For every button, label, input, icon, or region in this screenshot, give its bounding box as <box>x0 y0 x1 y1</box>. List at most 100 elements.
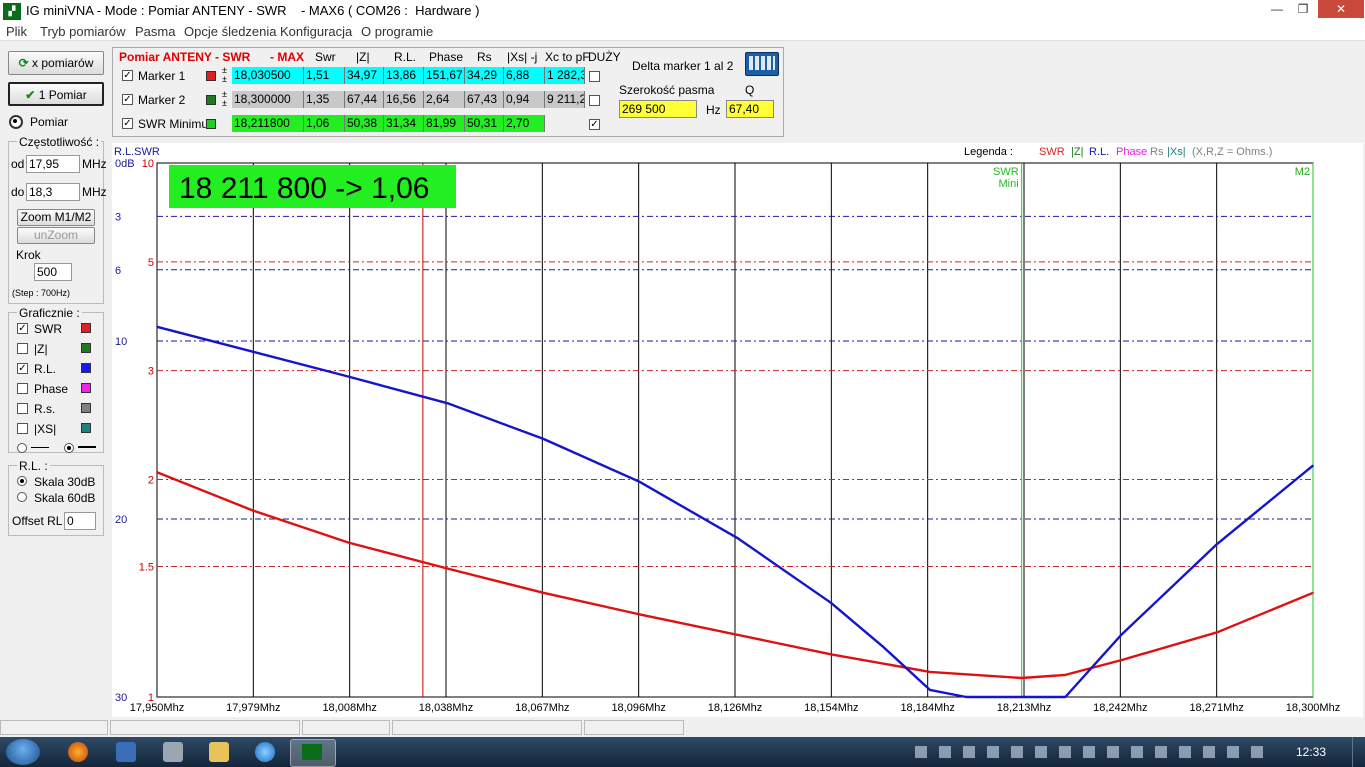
duzy-checkbox[interactable] <box>589 71 600 82</box>
firefox-icon[interactable] <box>68 742 88 762</box>
title-bar: ▞ IG miniVNA - Mode : Pomiar ANTENY - SW… <box>0 0 1365 23</box>
rl-tick-label: 6 <box>115 265 121 277</box>
marker-value-cell: 18,030500 <box>232 67 304 84</box>
swr-point <box>829 653 832 656</box>
status-segment <box>0 720 108 735</box>
marker-name: Marker 1 <box>138 69 186 83</box>
marker-enable-checkbox[interactable]: ✓ <box>122 118 133 129</box>
unzoom-button[interactable]: unZoom <box>17 227 95 244</box>
taskbar: 12:33 <box>0 737 1365 767</box>
graf-label: |XS| <box>34 422 57 436</box>
menu-plik[interactable]: Plik <box>6 24 27 39</box>
tray-icons[interactable] <box>915 746 1275 758</box>
swr-tick-label: 1 <box>148 692 154 704</box>
marker-color-swatch[interactable] <box>206 119 216 129</box>
ie-icon[interactable] <box>255 742 275 762</box>
x-tick-label: 18,008Mhz <box>322 702 376 714</box>
swr-tick-label: 1.5 <box>139 561 154 573</box>
graf-color-swatch[interactable] <box>81 363 91 373</box>
rl-point <box>882 646 885 648</box>
marker-color-swatch[interactable] <box>206 71 216 81</box>
rl-tick-label: 10 <box>115 336 127 348</box>
close-button[interactable]: ✕ <box>1318 0 1364 18</box>
maximize-button[interactable]: ❐ <box>1288 0 1318 18</box>
1-pomiar-label: 1 Pomiar <box>38 88 87 102</box>
offset-rl-label: Offset RL <box>12 514 63 528</box>
graf-checkbox[interactable] <box>17 403 28 414</box>
marker-value-cell: 81,99 <box>424 115 465 132</box>
graf-color-swatch[interactable] <box>81 403 91 413</box>
graf-checkbox[interactable] <box>17 423 28 434</box>
rl-tick-label: 20 <box>115 514 127 526</box>
swr-point <box>347 541 350 544</box>
graf-checkbox[interactable]: ✓ <box>17 363 28 374</box>
rl-point <box>638 480 641 483</box>
zoom-m1m2-button[interactable]: Zoom M1/M2 <box>17 209 95 226</box>
od-unit: MHz <box>82 157 107 171</box>
krok-input[interactable]: 500 <box>34 263 72 281</box>
x-pomiarow-label: x pomiarów <box>32 56 94 70</box>
menu-tryb-pomiarow[interactable]: Tryb pomiarów <box>40 24 125 39</box>
marker-enable-checkbox[interactable]: ✓ <box>122 94 133 105</box>
offset-rl-input[interactable]: 0 <box>64 512 96 530</box>
graf-color-swatch[interactable] <box>81 423 91 433</box>
graf-checkbox[interactable]: ✓ <box>17 323 28 334</box>
minivna-taskbar-button[interactable] <box>290 739 336 767</box>
x-tick-label: 18,126Mhz <box>708 702 762 714</box>
graf-color-swatch[interactable] <box>81 383 91 393</box>
marker-stepper[interactable]: ± ± <box>222 90 227 108</box>
marker-stepper[interactable]: ± ± <box>222 66 227 84</box>
skala60-radio[interactable] <box>17 492 27 502</box>
show-desktop-button[interactable] <box>1352 737 1365 767</box>
x-pomiarow-button[interactable]: ⟳ x pomiarów <box>8 51 104 75</box>
marker-enable-checkbox[interactable]: ✓ <box>122 70 133 81</box>
pomiar-indicator <box>9 115 23 129</box>
marker-color-swatch[interactable] <box>206 95 216 105</box>
rl-point <box>251 350 254 353</box>
explorer-icon[interactable] <box>209 742 229 762</box>
marker-table: Pomiar ANTENY - SWR - MAX Swr |Z| R.L. P… <box>112 47 784 137</box>
marker-value-cell: 1 282,3 <box>545 67 585 84</box>
duzy-checkbox[interactable]: ✓ <box>589 119 600 130</box>
x-tick-label: 18,038Mhz <box>419 702 473 714</box>
graf-checkbox[interactable] <box>17 383 28 394</box>
line-thick-radio[interactable] <box>64 443 74 453</box>
legend-item: |Xs| <box>1167 146 1186 158</box>
swr-point <box>638 613 641 616</box>
tools-icon[interactable] <box>163 742 183 762</box>
start-orb[interactable] <box>6 739 40 765</box>
duzy-checkbox[interactable] <box>589 95 600 106</box>
graf-color-swatch[interactable] <box>81 323 91 333</box>
x-tick-label: 17,950Mhz <box>130 702 184 714</box>
swr-point <box>1120 659 1123 661</box>
check-icon: ✔ <box>25 88 36 102</box>
save-icon[interactable] <box>116 742 136 762</box>
graf-label: Phase <box>34 382 69 396</box>
calculator-icon[interactable] <box>745 52 779 76</box>
marker-value-cell: 0,94 <box>504 91 545 108</box>
od-input[interactable]: 17,95 <box>26 155 80 173</box>
legend-item: |Z| <box>1071 146 1083 158</box>
marker-value-cell: 50,31 <box>465 115 504 132</box>
rl-point <box>446 402 449 405</box>
1-pomiar-button[interactable]: ✔ 1 Pomiar <box>8 82 104 106</box>
do-input[interactable]: 18,3 <box>26 183 80 201</box>
skala30-radio[interactable] <box>17 476 27 486</box>
col-xs: |Xs| -j <box>507 50 538 64</box>
rl-group-label: R.L. : <box>17 459 50 473</box>
value-banner-text: 18 211 800 -> 1,06 <box>179 172 430 205</box>
menu-konfiguracja[interactable]: Konfiguracja <box>280 24 352 39</box>
menu-o-programie[interactable]: O programie <box>361 24 433 39</box>
window-title: IG miniVNA - Mode : Pomiar ANTENY - SWR … <box>26 3 480 18</box>
pomiar-label: Pomiar <box>30 115 69 129</box>
line-thin-radio[interactable] <box>17 443 27 453</box>
menu-pasma[interactable]: Pasma <box>135 24 175 39</box>
menu-opcje-sledzenia[interactable]: Opcje śledzenia <box>184 24 277 39</box>
chart[interactable]: 17,950Mhz 17,979Mhz 18,008Mhz 18,038Mhz 18,0… <box>112 143 1363 717</box>
chart-background <box>112 143 1363 717</box>
graf-color-swatch[interactable] <box>81 343 91 353</box>
graf-label: R.s. <box>34 402 56 416</box>
status-bar <box>0 718 1365 737</box>
graf-checkbox[interactable] <box>17 343 28 354</box>
q-value: 67,40 <box>726 100 774 118</box>
